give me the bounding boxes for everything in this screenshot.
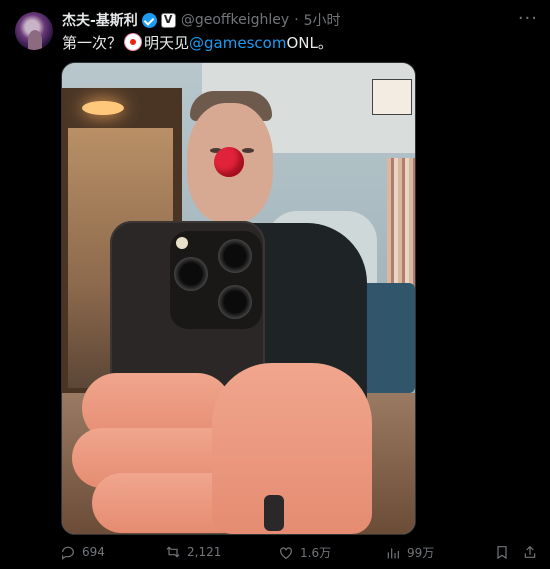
bookmark-icon (497, 546, 507, 560)
bookmark-button[interactable] (494, 544, 510, 560)
photo-ring (264, 495, 284, 531)
reply-button[interactable]: 694 (60, 544, 105, 560)
text-suffix: ONL。 (286, 34, 333, 52)
photo-pendant-light (372, 79, 412, 115)
tweet[interactable]: 杰夫-基斯利 @geoffkeighley · 5小时 ··· 第一次？明天见@… (0, 0, 550, 569)
reply-icon (62, 546, 74, 560)
photo-camera-module (170, 231, 262, 329)
verified-badge-icon[interactable] (141, 12, 157, 28)
clown-emoji (124, 33, 143, 51)
photo-clown-nose (214, 147, 244, 177)
tweet-header: 杰夫-基斯利 @geoffkeighley · 5小时 (62, 10, 538, 30)
more-icon[interactable]: ··· (518, 8, 538, 29)
like-icon (280, 546, 292, 559)
tweet-actions: 694 2,121 1.6万 99万 (60, 544, 538, 564)
reply-count: 694 (82, 545, 105, 559)
text-middle: 明天见 (144, 34, 190, 52)
mention-link[interactable]: @gamescom (189, 34, 286, 52)
photo-hand-right (212, 363, 372, 534)
retweet-icon (166, 546, 180, 558)
photo-ceiling-lamp (82, 101, 124, 115)
retweet-button[interactable]: 2,121 (165, 544, 221, 560)
photo-eye-right (242, 148, 254, 153)
tweet-photo[interactable] (61, 62, 416, 535)
affiliate-badge-icon[interactable] (160, 12, 176, 28)
views-button[interactable]: 99万 (385, 544, 434, 561)
timestamp[interactable]: 5小时 (304, 10, 341, 30)
share-icon (524, 545, 536, 558)
like-count: 1.6万 (300, 546, 332, 560)
author-name[interactable]: 杰夫-基斯利 (62, 10, 138, 30)
share-button[interactable] (522, 544, 538, 560)
views-count: 99万 (407, 546, 435, 560)
avatar[interactable] (15, 12, 53, 50)
tweet-text: 第一次？ 明天见@gamescomONL。 (62, 33, 333, 53)
author-handle[interactable]: @geoffkeighley (181, 12, 289, 28)
like-button[interactable]: 1.6万 (278, 544, 331, 561)
views-icon (387, 547, 399, 558)
retweet-count: 2,121 (187, 545, 222, 559)
separator: · (294, 12, 299, 28)
text-prefix: 第一次？ (62, 34, 123, 52)
